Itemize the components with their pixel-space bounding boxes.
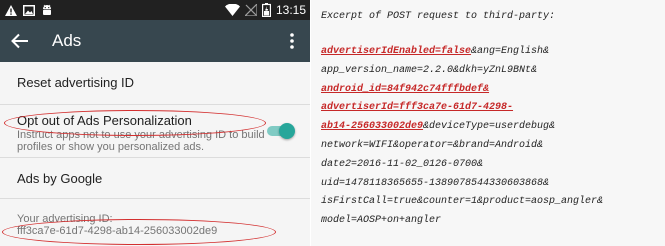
app-bar: Ads bbox=[0, 20, 310, 62]
wifi-icon bbox=[224, 4, 240, 16]
excerpt-heading: Excerpt of POST request to third-party: bbox=[321, 11, 556, 22]
android-ads-settings-screen: 13:15 Ads Reset advertising ID Opt out o… bbox=[0, 0, 310, 246]
highlighted-parameter: advertiserId=fff3ca7e-61d7-4298- bbox=[321, 102, 514, 114]
code-text: &deviceType=userdebug& bbox=[423, 121, 556, 133]
code-line: date2=2016-11-02_0126-0700& bbox=[321, 159, 483, 170]
code-line: advertiserId=fff3ca7e-61d7-4298- bbox=[321, 102, 513, 113]
highlighted-parameter: android_id=84f942c74fffbdef& bbox=[321, 83, 490, 95]
status-time: 13:15 bbox=[275, 3, 306, 17]
code-line: network=WIFI&operator=&brand=Android& bbox=[321, 140, 543, 151]
reset-advertising-id-item[interactable]: Reset advertising ID bbox=[0, 62, 310, 104]
ads-by-google-item[interactable]: Ads by Google bbox=[0, 158, 310, 198]
code-line: ab14-256033002de9&deviceType=userdebug& bbox=[321, 121, 555, 132]
opt-out-toggle[interactable] bbox=[267, 123, 295, 139]
page-title: Ads bbox=[52, 31, 82, 50]
opt-out-summary-line-2: profiles or show you personalized ads. bbox=[17, 141, 205, 153]
status-bar: 13:15 bbox=[0, 0, 310, 20]
image-icon bbox=[23, 4, 35, 16]
highlighted-parameter: ab14-256033002de9 bbox=[321, 121, 424, 133]
warning-icon bbox=[5, 4, 17, 16]
toggle-thumb bbox=[279, 123, 295, 139]
code-line: advertiserIdEnabled=false&ang=English& bbox=[321, 46, 549, 57]
battery-icon bbox=[261, 3, 271, 17]
code-text: uid=1478118365655-1389078544330603868& bbox=[321, 177, 550, 189]
highlighted-parameter: advertiserIdEnabled=false bbox=[321, 46, 472, 57]
code-line: model=AOSP+on+angler bbox=[321, 215, 441, 226]
code-line: android_id=84f942c74fffbdef& bbox=[321, 84, 489, 95]
code-line: uid=1478118365655-1389078544330603868& bbox=[321, 178, 549, 189]
code-text: network=WIFI&operator=&brand=Android& bbox=[321, 140, 544, 151]
advertising-id-annotation-ellipse bbox=[2, 219, 276, 245]
code-line: isFirstCall=true&counter=1&product=aosp_… bbox=[321, 196, 603, 207]
code-text: model=AOSP+on+angler bbox=[321, 215, 442, 227]
code-text: isFirstCall=true&counter=1&product=aosp_… bbox=[321, 196, 604, 208]
overflow-menu-icon[interactable] bbox=[282, 31, 302, 51]
back-arrow-icon[interactable] bbox=[8, 29, 32, 53]
code-line: app_version_name=2.2.0&dkh=yZnL9BNt& bbox=[321, 65, 537, 76]
code-text: &ang=English& bbox=[471, 46, 550, 57]
code-text: app_version_name=2.2.0&dkh=yZnL9BNt& bbox=[321, 64, 538, 76]
ads-by-google-label: Ads by Google bbox=[17, 171, 103, 186]
code-text: date2=2016-11-02_0126-0700& bbox=[321, 158, 484, 170]
android-icon bbox=[43, 4, 51, 15]
reset-advertising-id-label: Reset advertising ID bbox=[17, 75, 135, 90]
no-signal-icon bbox=[244, 4, 257, 16]
opt-out-annotation-ellipse bbox=[4, 110, 266, 136]
post-request-excerpt: Excerpt of POST request to third-party: … bbox=[311, 0, 665, 246]
